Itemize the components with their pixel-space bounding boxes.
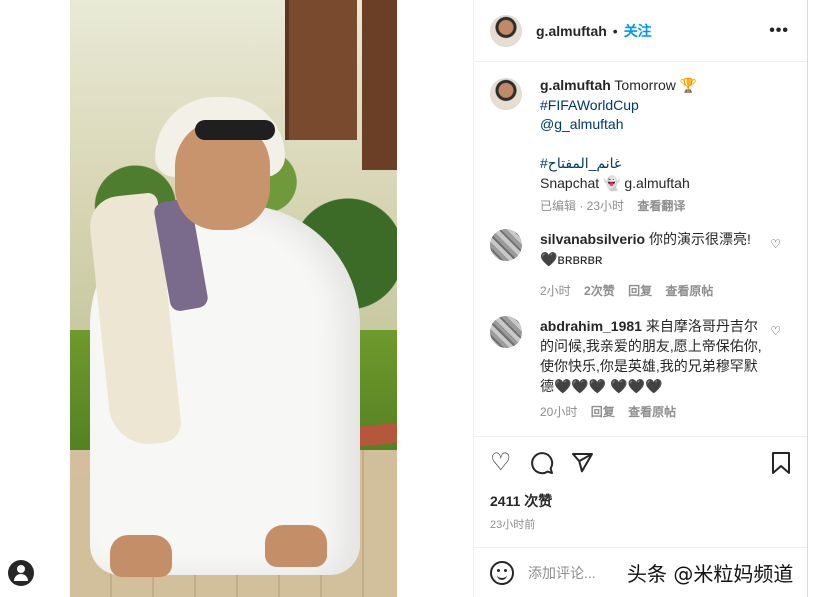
commenter-avatar[interactable] (490, 229, 522, 261)
author-username[interactable]: g.almuftah (536, 23, 607, 39)
reply-button[interactable]: 回复 (628, 284, 652, 298)
photo-person-left-hand (110, 535, 172, 577)
caption-edited-time: 已编辑 · 23小时 (540, 199, 625, 213)
comment-item: silvanabsilverio 你的演示很漂亮! 🖤ʙʀʙʀʙʀ 2小时 2次… (490, 229, 795, 301)
post-caption: g.almuftah Tomorrow 🏆 #FIFAWorldCup @g_a… (490, 76, 795, 217)
post-actions-bar: ♡ (474, 436, 807, 490)
comment-bubble-icon[interactable] (530, 451, 554, 480)
caption-text: Tomorrow 🏆 (614, 77, 698, 93)
commenter-username[interactable]: abdrahim_1981 (540, 318, 642, 334)
photo-person-agal (195, 120, 275, 140)
post-panel: g.almuftah • 关注 ••• g.almuftah Tomorrow … (473, 0, 808, 597)
post-header: g.almuftah • 关注 ••• (474, 0, 807, 62)
posted-time: 23小时前 (490, 519, 536, 531)
heart-outline-icon[interactable]: ♡ (490, 451, 512, 475)
caption-hashtag[interactable]: #FIFAWorldCup (540, 96, 795, 116)
caption-arabic-hashtag[interactable]: #غانم_المفتاح (540, 154, 795, 174)
comment-like-heart-icon[interactable]: ♡ (770, 237, 781, 251)
caption-snapchat: Snapchat 👻 g.almuftah (540, 174, 690, 191)
comment-like-heart-icon[interactable]: ♡ (770, 324, 781, 338)
caption-username[interactable]: g.almuftah (540, 77, 611, 93)
commenter-avatar[interactable] (490, 316, 522, 348)
likes-count[interactable]: 2411 次赞 (490, 491, 552, 511)
caption-author-avatar[interactable] (490, 78, 522, 110)
see-original-button[interactable]: 查看原帖 (628, 405, 676, 419)
see-translation-button[interactable]: 查看翻译 (637, 199, 685, 213)
comment-input[interactable] (528, 564, 618, 581)
separator-dot: • (612, 22, 618, 39)
paper-plane-icon[interactable] (570, 451, 594, 480)
author-avatar[interactable] (490, 14, 522, 47)
reply-button[interactable]: 回复 (591, 405, 615, 419)
comment-time: 20小时 (540, 405, 578, 419)
comment-time: 2小时 (540, 284, 571, 298)
more-options-icon[interactable]: ••• (769, 22, 789, 40)
watermark-text: 头条 @米粒妈频道 (627, 562, 794, 586)
comment-likes-count[interactable]: 2次赞 (584, 284, 615, 298)
profile-avatar-icon[interactable] (8, 560, 34, 586)
follow-button[interactable]: 关注 (624, 21, 652, 41)
post-image (70, 0, 397, 597)
commenter-username[interactable]: silvanabsilverio (540, 231, 645, 247)
emoji-smiley-icon[interactable] (490, 560, 514, 585)
comment-item: abdrahim_1981 来自摩洛哥丹吉尔的问候,我亲爱的朋友,愿上帝保佑你,… (490, 316, 795, 422)
photo-person-right-hand (265, 525, 327, 567)
bookmark-icon[interactable] (771, 451, 791, 480)
caption-mention[interactable]: @g_almuftah (540, 115, 795, 135)
see-original-button[interactable]: 查看原帖 (665, 284, 713, 298)
